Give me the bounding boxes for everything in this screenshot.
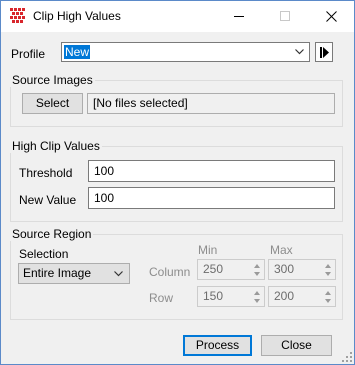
select-files-button[interactable]: Select [22,93,83,114]
high-clip-group [10,146,343,222]
profile-value: New [64,45,91,59]
play-arrow-icon [320,47,329,58]
selection-value: Entire Image [23,266,92,280]
profile-menu-button[interactable] [315,42,333,62]
close-window-button[interactable] [308,1,354,32]
column-min-stepper[interactable]: 250 [197,259,265,280]
close-button[interactable]: Close [261,335,332,356]
spin-down-icon [325,299,331,303]
threshold-input[interactable]: 100 [88,160,335,182]
maximize-button [262,1,308,32]
column-max-value: 300 [274,262,295,276]
files-selected-field: [No files selected] [87,93,335,114]
row-label: Row [149,291,174,305]
new-value-input[interactable]: 100 [88,187,335,209]
spin-down-icon [254,272,260,276]
spin-up-icon [325,291,331,295]
column-label: Column [149,265,191,279]
dialog-window: Clip High Values Profile New Source Imag… [0,0,355,365]
minimize-button[interactable] [216,1,262,32]
chevron-down-icon [114,271,123,277]
app-icon [10,8,26,24]
min-header: Min [198,243,218,257]
chevron-down-icon [295,49,304,55]
source-images-title: Source Images [10,73,95,87]
selection-dropdown[interactable]: Entire Image [18,263,130,284]
spin-arrows[interactable] [321,260,335,279]
spin-down-icon [325,272,331,276]
spin-up-icon [254,291,260,295]
process-button[interactable]: Process [183,335,252,356]
source-region-title: Source Region [10,227,94,241]
threshold-label: Threshold [19,166,73,180]
row-min-value: 150 [203,289,224,303]
close-icon [326,11,337,22]
profile-select[interactable]: New [61,42,310,62]
row-max-value: 200 [274,289,295,303]
title-bar[interactable]: Clip High Values [1,1,354,32]
new-value-label: New Value [19,193,77,207]
selection-label: Selection [19,247,69,261]
row-max-stepper[interactable]: 200 [268,286,336,307]
spin-arrows[interactable] [250,287,264,306]
spin-down-icon [254,299,260,303]
spin-arrows[interactable] [250,260,264,279]
row-min-stepper[interactable]: 150 [197,286,265,307]
profile-label: Profile [11,47,46,61]
maximize-icon [280,11,290,21]
max-header: Max [270,243,293,257]
column-max-stepper[interactable]: 300 [268,259,336,280]
spin-up-icon [254,264,260,268]
high-clip-title: High Clip Values [10,139,102,153]
window-title: Clip High Values [33,9,121,23]
resize-grip-icon[interactable] [342,352,352,362]
minimize-icon [234,16,244,17]
column-min-value: 250 [203,262,224,276]
spin-up-icon [325,264,331,268]
spin-arrows[interactable] [321,287,335,306]
